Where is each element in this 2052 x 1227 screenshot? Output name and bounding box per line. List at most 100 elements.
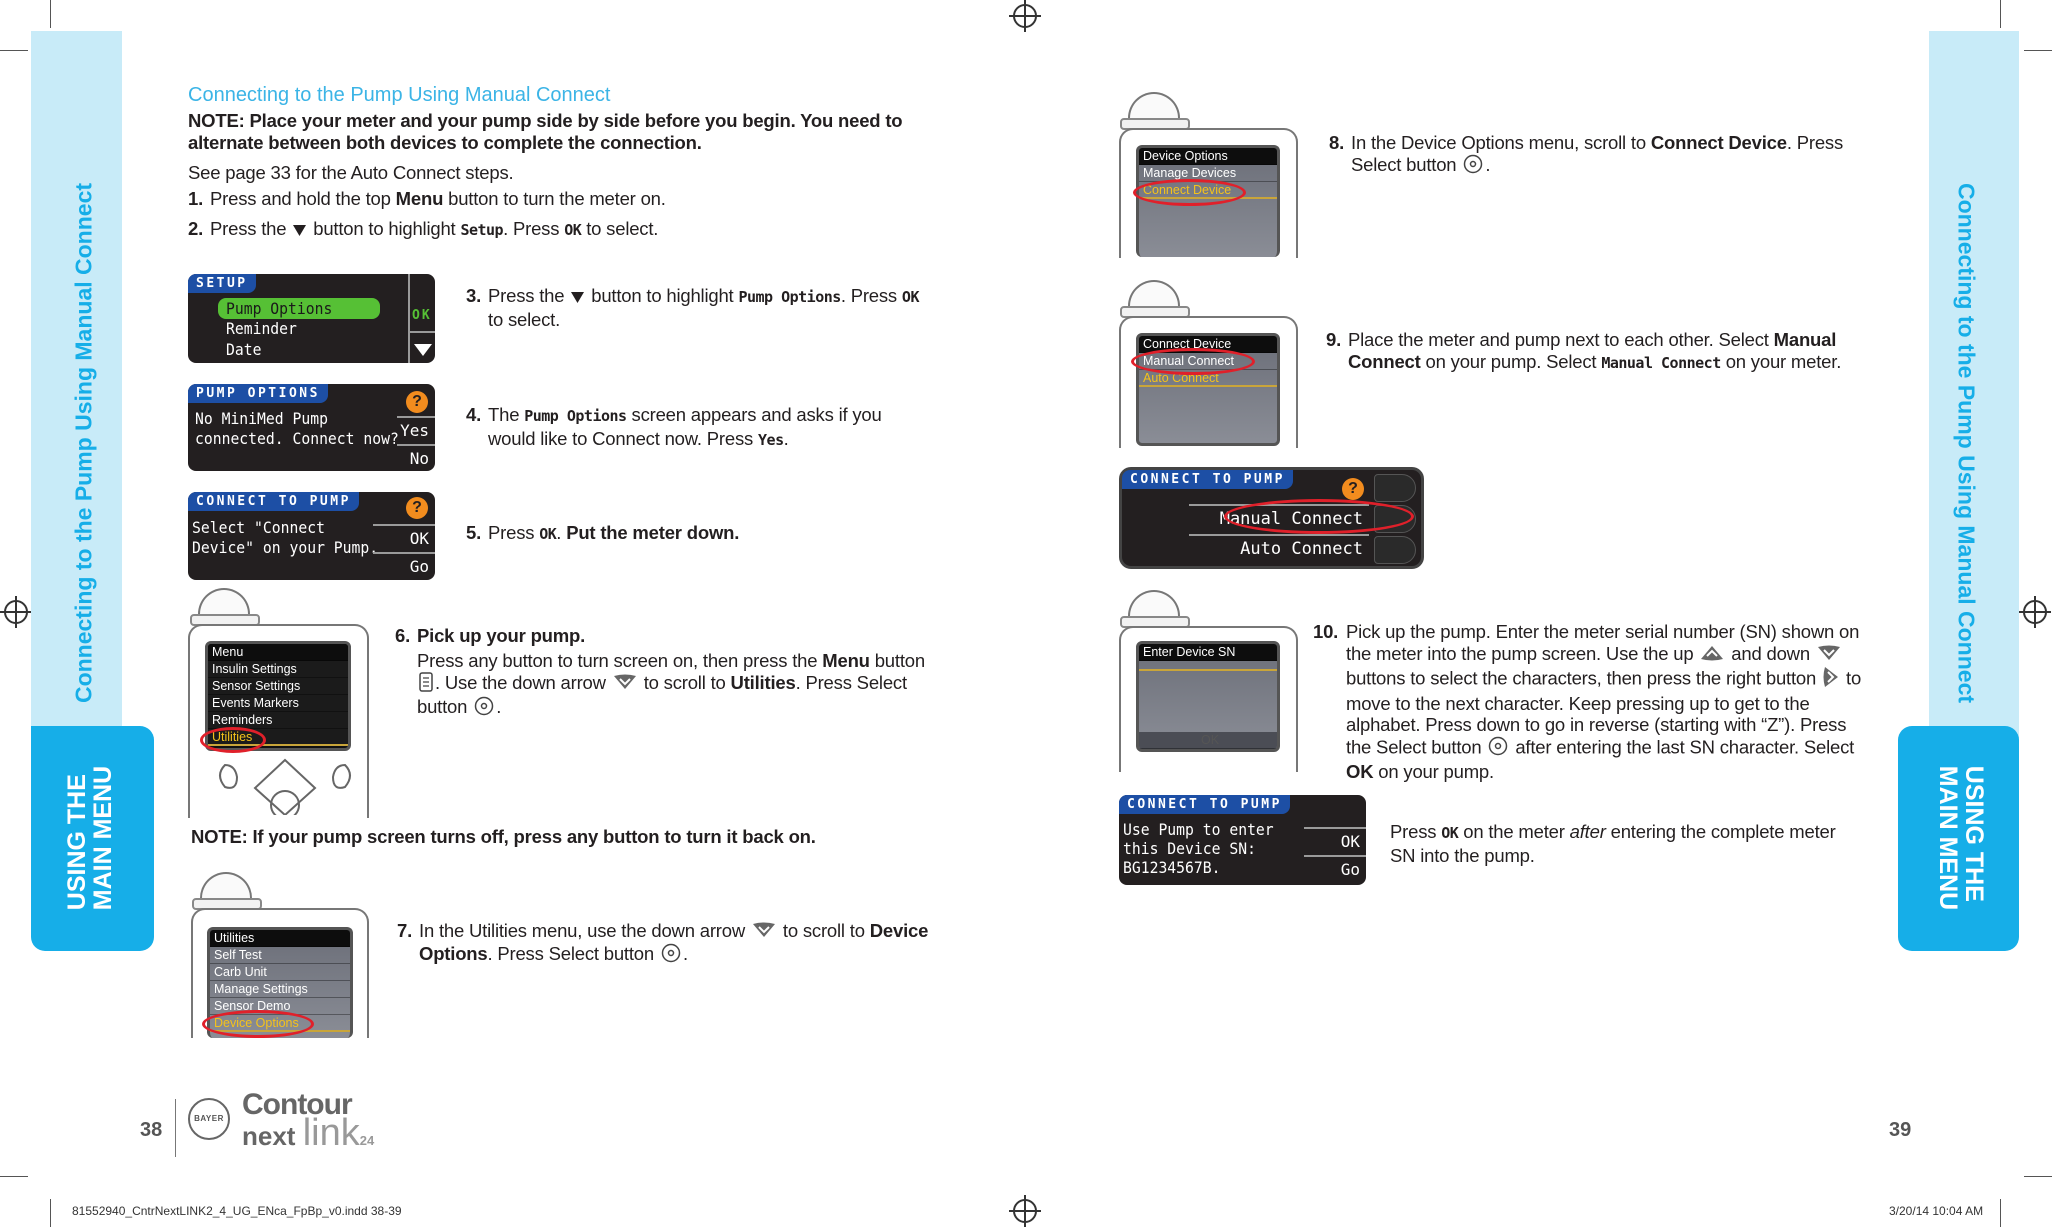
message-line: connected. Connect now? [195, 429, 399, 448]
screen-header: CONNECT TO PUMP [1122, 470, 1293, 489]
step-number: 9. [1326, 329, 1342, 350]
screen-header: PUMP OPTIONS [188, 384, 328, 403]
step-number: 4. [466, 404, 482, 425]
select-button-icon [1488, 736, 1508, 761]
bold-text: Menu [395, 188, 444, 209]
text: to scroll to [638, 671, 731, 693]
pump-ok-option: OK [1139, 732, 1277, 749]
print-date: 3/20/14 10:04 AM [1889, 1204, 1984, 1218]
tab-line: USING THE [63, 774, 91, 911]
step-5: 5. Press OK. Put the meter down. [466, 522, 908, 546]
serial-number: BG1234567B. [1123, 858, 1221, 877]
step-number: 2. [188, 218, 204, 239]
meter-label-text: Pump Options [738, 288, 841, 306]
help-icon: ? [406, 497, 428, 519]
screen-header: CONNECT TO PUMP [1119, 795, 1290, 814]
see-page-text: See page 33 for the Auto Connect steps. [188, 162, 514, 183]
hardware-button [1374, 474, 1416, 502]
text: . [682, 943, 688, 964]
registration-mark [1009, 1195, 1041, 1227]
left-section-title: Connecting to the Pump Using Manual Conn… [70, 182, 97, 704]
pump-menu-item: Events Markers [208, 695, 348, 712]
divider [175, 1099, 176, 1157]
crop-mark [2024, 1176, 2052, 1177]
text: . Press [840, 285, 902, 306]
no-softkey: No [397, 444, 435, 471]
note: NOTE: Place your meter and your pump sid… [188, 110, 903, 153]
crop-mark [2000, 1199, 2001, 1227]
crop-mark [0, 1176, 28, 1177]
step-6-body: Press any button to turn screen on, then… [417, 650, 937, 721]
bold-text: Menu [822, 650, 870, 671]
right-section-title: Connecting to the Pump Using Manual Conn… [1953, 182, 1980, 704]
select-button-icon [1463, 154, 1483, 179]
meter-label-text: Pump Options [524, 407, 627, 425]
text: to scroll to [777, 920, 870, 941]
step-9: 9. Place the meter and pump next to each … [1326, 329, 1868, 374]
file-info: 81552940_CntrNextLINK2_4_UG_ENca_FpBp_v0… [72, 1204, 402, 1218]
text: and down [1726, 642, 1815, 664]
registration-mark [0, 596, 32, 628]
italic-text: after [1569, 821, 1606, 842]
pump-menu-item: Manage Settings [210, 981, 350, 998]
pump-menu-item: Menu [208, 644, 348, 661]
menu-item: Date [226, 340, 262, 359]
step-number: 8. [1329, 132, 1345, 153]
select-button-icon [661, 943, 681, 968]
step-number: 7. [397, 920, 413, 941]
pump-screen-title: Enter Device SN [1139, 644, 1277, 661]
message-line: this Device SN: [1123, 839, 1256, 858]
screen-header: CONNECT TO PUMP [188, 492, 359, 511]
meter-label-text: OK [901, 288, 920, 306]
tab-line: MAIN MENU [89, 765, 117, 911]
step-number: 3. [466, 285, 482, 306]
text: . [556, 522, 567, 543]
text: Press [1390, 821, 1442, 842]
text: . Press Select button [487, 943, 659, 964]
left-tab-label: USING THE MAIN MENU [63, 765, 117, 911]
text: on your meter. [1720, 350, 1842, 372]
step-7: 7. In the Utilities menu, use the down ar… [397, 920, 939, 968]
bold-text: Connect Device [1650, 132, 1787, 153]
text: on your pump. Select [1420, 350, 1602, 372]
hardware-button [1374, 536, 1416, 564]
pump-menu-item: Carb Unit [210, 964, 350, 981]
bold-text: Pick up your pump. [417, 625, 586, 646]
down-triangle-icon [414, 344, 432, 356]
step-4: 4. The Pump Options screen appears and as… [466, 404, 908, 451]
text: . Press [503, 218, 565, 239]
text: button to turn the meter on. [443, 188, 666, 209]
bold-text: OK [1346, 760, 1374, 782]
text: button to highlight [308, 218, 461, 239]
menu-item: Pump Options [226, 299, 333, 318]
help-icon: ? [406, 391, 428, 413]
text: The [488, 404, 525, 425]
page-number: 39 [1889, 1119, 1912, 1141]
step-2: 2. Press the button to highlight Setup. P… [188, 218, 950, 242]
highlight-ring [202, 1010, 314, 1038]
text: Press any button to turn screen on, then… [417, 650, 823, 671]
crop-mark [50, 0, 51, 28]
text: . [496, 696, 502, 718]
text: button [869, 650, 925, 671]
menu-button-icon [419, 671, 433, 697]
text: . [1485, 153, 1491, 175]
highlight-ring [200, 727, 266, 753]
step-number: 6. [395, 625, 411, 646]
step-10: 10. Pick up the pump. Enter the meter ser… [1313, 621, 1866, 783]
meter-label-text: Setup [460, 221, 504, 239]
registration-mark [1009, 0, 1041, 32]
meter-sn-screen: CONNECT TO PUMP Use Pump to enter this D… [1119, 795, 1366, 885]
auto-connect-softkey: Auto Connect [1189, 534, 1369, 562]
down-triangle-icon [571, 286, 585, 308]
step-6-heading: 6. Pick up your pump. [395, 625, 937, 647]
pump-screen-enter-sn: Enter Device SN OK [1136, 641, 1280, 752]
step-8: 8. In the Device Options menu, scroll to … [1329, 132, 1871, 179]
text: . [783, 427, 789, 449]
tab-line: MAIN MENU [1934, 765, 1962, 911]
tab-line: USING THE [1960, 765, 1988, 902]
meter-label-text: OK [564, 221, 582, 239]
message-line: Use Pump to enter [1123, 820, 1274, 839]
text: to select. [488, 308, 561, 330]
meter-label-text: Manual Connect [1601, 353, 1721, 372]
